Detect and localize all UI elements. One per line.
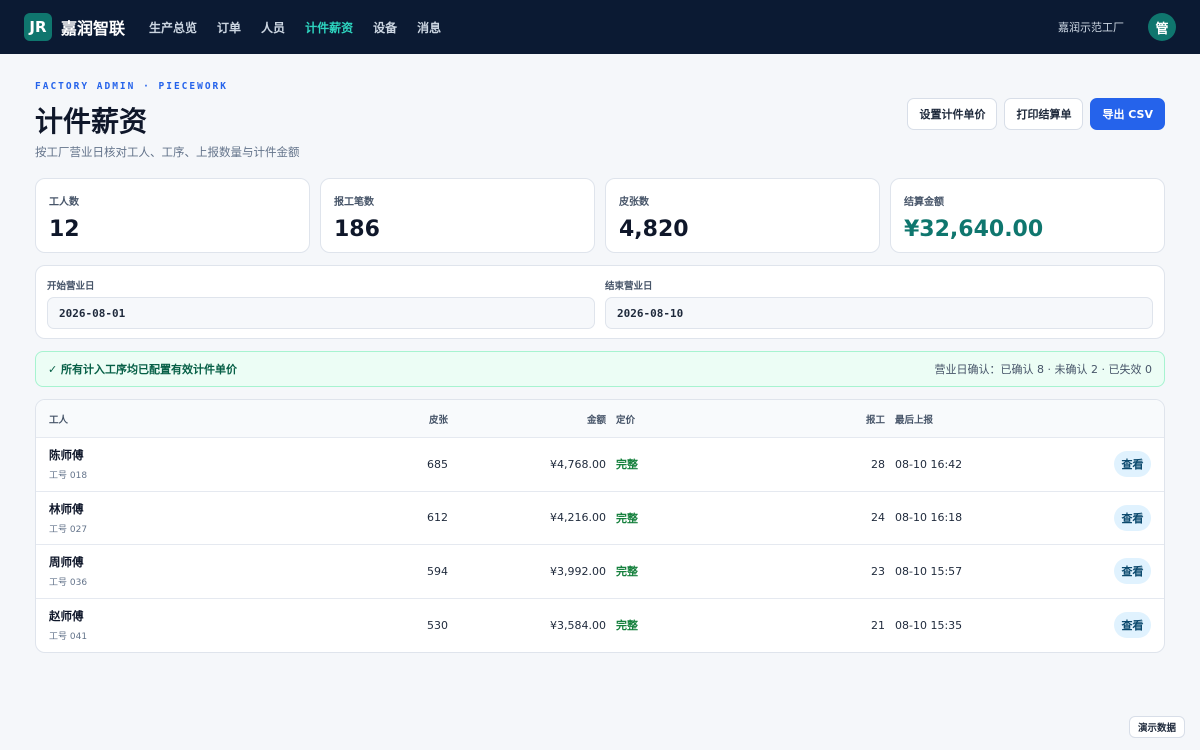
column-header-hides: 皮张: [428, 414, 448, 426]
end-date-label: 结束营业日: [605, 281, 653, 292]
pricing-status: 完整: [616, 565, 638, 579]
page-header: FACTORY ADMIN · PIECEWORK 计件薪资 按工厂营业日核对工…: [35, 54, 1165, 178]
stat-card-hides: 皮张数 4,820: [605, 178, 880, 253]
notice-message: ✓ 所有计入工序均已配置有效计件单价: [48, 363, 238, 376]
table-row: 林师傅 工号 027 612 ¥4,216.00 完整 24 08-10 16:…: [36, 492, 1164, 545]
view-button[interactable]: 查看: [1114, 451, 1151, 478]
last-report-cell: 08-10 16:42: [895, 457, 963, 471]
pricing-status-notice: ✓ 所有计入工序均已配置有效计件单价 营业日确认：已确认 8 · 未确认 2 ·…: [35, 351, 1165, 387]
reports-cell: 28: [871, 457, 885, 471]
worker-pay-table: 工人 皮张 金额 定价 报工 最后上报 陈师傅 工号 018 685 ¥4,76…: [35, 399, 1165, 653]
nav-item-staff[interactable]: 人员: [261, 19, 285, 36]
worker-cell: 陈师傅 工号 018: [36, 447, 326, 481]
worker-id: 工号 036: [49, 578, 88, 589]
view-button[interactable]: 查看: [1114, 504, 1151, 531]
table-row: 陈师傅 工号 018 685 ¥4,768.00 完整 28 08-10 16:…: [36, 438, 1164, 492]
hides-cell: 594: [427, 564, 448, 578]
business-day-summary: 营业日确认：已确认 8 · 未确认 2 · 已失效 0: [934, 363, 1152, 376]
table-row: 赵师傅 工号 041 530 ¥3,584.00 完整 21 08-10 15:…: [36, 599, 1164, 653]
amount-cell: ¥4,768.00: [550, 457, 606, 471]
view-button[interactable]: 查看: [1114, 558, 1151, 585]
hides-cell: 685: [427, 457, 448, 471]
view-button[interactable]: 查看: [1114, 612, 1151, 639]
start-date-input[interactable]: 2026-08-01: [47, 297, 595, 329]
column-header-worker: 工人: [49, 414, 69, 426]
set-piece-price-button[interactable]: 设置计件单价: [907, 98, 998, 130]
stat-card-workers: 工人数 12: [35, 178, 310, 253]
demo-data-badge[interactable]: 演示数据: [1128, 716, 1185, 738]
worker-name: 周师傅: [49, 555, 84, 570]
factory-name[interactable]: 嘉润示范工厂: [1058, 19, 1124, 35]
header-actions: 设置计件单价 打印结算单 导出 CSV: [900, 98, 1165, 130]
nav-item-orders[interactable]: 订单: [217, 19, 241, 36]
last-report-cell: 08-10 16:18: [895, 511, 963, 525]
top-navigation-bar: JR 嘉润智联 生产总览 订单 人员 计件薪资 设备 消息 嘉润示范工厂 管: [0, 0, 1200, 54]
print-statement-button[interactable]: 打印结算单: [1004, 98, 1084, 130]
column-header-last-report: 最后上报: [895, 414, 934, 426]
start-date-field: 开始营业日 2026-08-01: [47, 278, 595, 329]
stat-value: ¥32,640.00: [904, 217, 1044, 242]
reports-cell: 21: [871, 618, 885, 632]
logo[interactable]: JR: [24, 13, 52, 41]
column-header-reports: 报工: [865, 414, 885, 426]
stat-card-settlement: 结算金额 ¥32,640.00: [890, 178, 1165, 253]
stat-label: 报工笔数: [334, 197, 374, 208]
worker-name: 林师傅: [49, 501, 84, 516]
stat-label: 皮张数: [619, 197, 649, 208]
nav-item-messages[interactable]: 消息: [417, 19, 441, 36]
pricing-status: 完整: [616, 458, 638, 472]
nav-item-equipment[interactable]: 设备: [373, 19, 397, 36]
table-header: 工人 皮张 金额 定价 报工 最后上报: [36, 400, 1164, 438]
page-eyebrow: FACTORY ADMIN · PIECEWORK: [35, 81, 228, 92]
nav-item-overview[interactable]: 生产总览: [149, 19, 197, 36]
column-header-amount: 金额: [586, 414, 606, 426]
worker-id: 工号 041: [49, 632, 88, 643]
start-date-label: 开始营业日: [47, 281, 95, 292]
stat-card-reports: 报工笔数 186: [320, 178, 595, 253]
amount-cell: ¥3,992.00: [550, 564, 606, 578]
stat-value: 12: [49, 217, 80, 242]
pricing-status: 完整: [616, 619, 638, 633]
end-date-field: 结束营业日 2026-08-10: [605, 278, 1153, 329]
worker-name: 陈师傅: [49, 448, 84, 463]
page-subtitle: 按工厂营业日核对工人、工序、上报数量与计件金额: [35, 145, 300, 159]
reports-cell: 24: [871, 511, 885, 525]
last-report-cell: 08-10 15:35: [895, 618, 963, 632]
stat-label: 工人数: [49, 197, 79, 208]
main-content: FACTORY ADMIN · PIECEWORK 计件薪资 按工厂营业日核对工…: [0, 54, 1200, 653]
table-row: 周师傅 工号 036 594 ¥3,992.00 完整 23 08-10 15:…: [36, 545, 1164, 599]
worker-cell: 赵师傅 工号 041: [36, 608, 326, 642]
stat-label: 结算金额: [904, 197, 944, 208]
worker-name: 赵师傅: [49, 609, 84, 624]
worker-cell: 林师傅 工号 027: [36, 501, 326, 535]
reports-cell: 23: [871, 564, 885, 578]
hides-cell: 530: [427, 618, 448, 632]
worker-cell: 周师傅 工号 036: [36, 554, 326, 588]
main-nav: 生产总览 订单 人员 计件薪资 设备 消息: [149, 19, 461, 36]
avatar[interactable]: 管: [1148, 13, 1176, 41]
pricing-status: 完整: [616, 511, 638, 525]
stat-cards: 工人数 12 报工笔数 186 皮张数 4,820 结算金额 ¥32,640.0…: [35, 178, 1165, 253]
hides-cell: 612: [427, 511, 448, 525]
date-range-filter: 开始营业日 2026-08-01 结束营业日 2026-08-10: [35, 265, 1165, 339]
amount-cell: ¥4,216.00: [550, 511, 606, 525]
worker-id: 工号 027: [49, 524, 88, 535]
stat-value: 4,820: [619, 217, 689, 242]
worker-id: 工号 018: [49, 471, 88, 482]
page-title: 计件薪资: [35, 105, 148, 138]
amount-cell: ¥3,584.00: [550, 618, 606, 632]
stat-value: 186: [334, 217, 380, 242]
nav-item-piecework-pay[interactable]: 计件薪资: [305, 19, 353, 36]
brand-name[interactable]: 嘉润智联: [61, 15, 125, 39]
end-date-input[interactable]: 2026-08-10: [605, 297, 1153, 329]
export-csv-button[interactable]: 导出 CSV: [1090, 98, 1165, 130]
column-header-pricing: 定价: [616, 414, 636, 426]
last-report-cell: 08-10 15:57: [895, 564, 963, 578]
